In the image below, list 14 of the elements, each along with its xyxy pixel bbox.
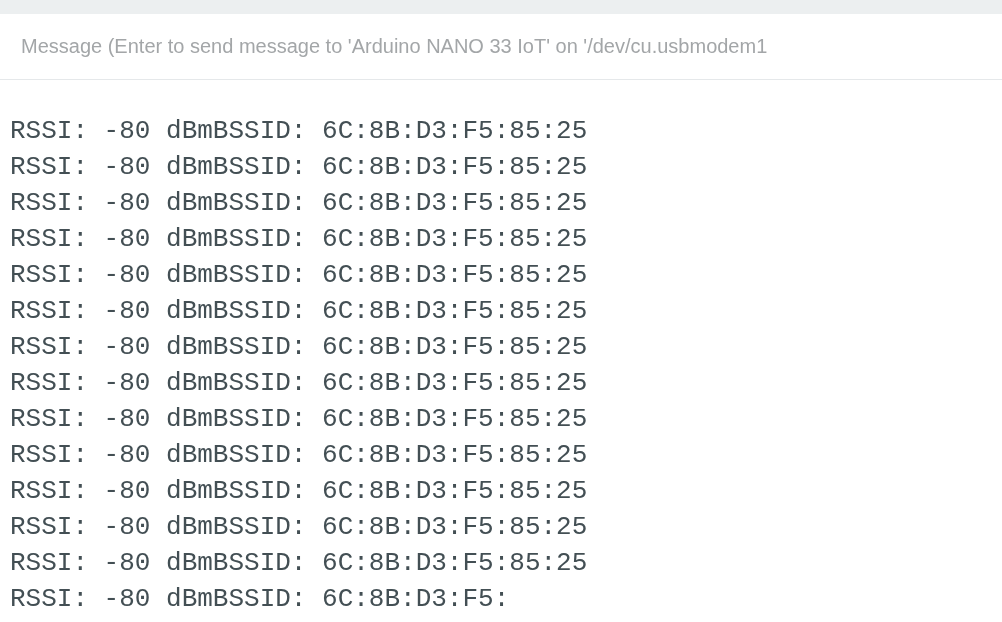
serial-output-line: RSSI: -80 dBmBSSID: 6C:8B:D3:F5:85:25 — [10, 439, 588, 472]
serial-output-line: RSSI: -80 dBmBSSID: 6C:8B:D3:F5:85:25 — [10, 547, 588, 580]
serial-output-line: RSSI: -80 dBmBSSID: 6C:8B:D3:F5:85:25 — [10, 115, 588, 148]
serial-output-line: RSSI: -80 dBmBSSID: 6C:8B:D3:F5:85:25 — [10, 187, 588, 220]
serial-output-line: RSSI: -80 dBmBSSID: 6C:8B:D3:F5:85:25 — [10, 223, 588, 256]
serial-output-line: RSSI: -80 dBmBSSID: 6C:8B:D3:F5:85:25 — [10, 295, 588, 328]
serial-output-line: RSSI: -80 dBmBSSID: 6C:8B:D3:F5: — [10, 583, 510, 616]
serial-output-line: RSSI: -80 dBmBSSID: 6C:8B:D3:F5:85:25 — [10, 475, 588, 508]
serial-output-line: RSSI: -80 dBmBSSID: 6C:8B:D3:F5:85:25 — [10, 367, 588, 400]
serial-output-line: RSSI: -80 dBmBSSID: 6C:8B:D3:F5:85:25 — [10, 259, 588, 292]
serial-output-line: RSSI: -80 dBmBSSID: 6C:8B:D3:F5:85:25 — [10, 331, 588, 364]
serial-output-line: RSSI: -80 dBmBSSID: 6C:8B:D3:F5:85:25 — [10, 403, 588, 436]
serial-output-line: RSSI: -80 dBmBSSID: 6C:8B:D3:F5:85:25 — [10, 511, 588, 544]
serial-output-line: RSSI: -80 dBmBSSID: 6C:8B:D3:F5:85:25 — [10, 151, 588, 184]
